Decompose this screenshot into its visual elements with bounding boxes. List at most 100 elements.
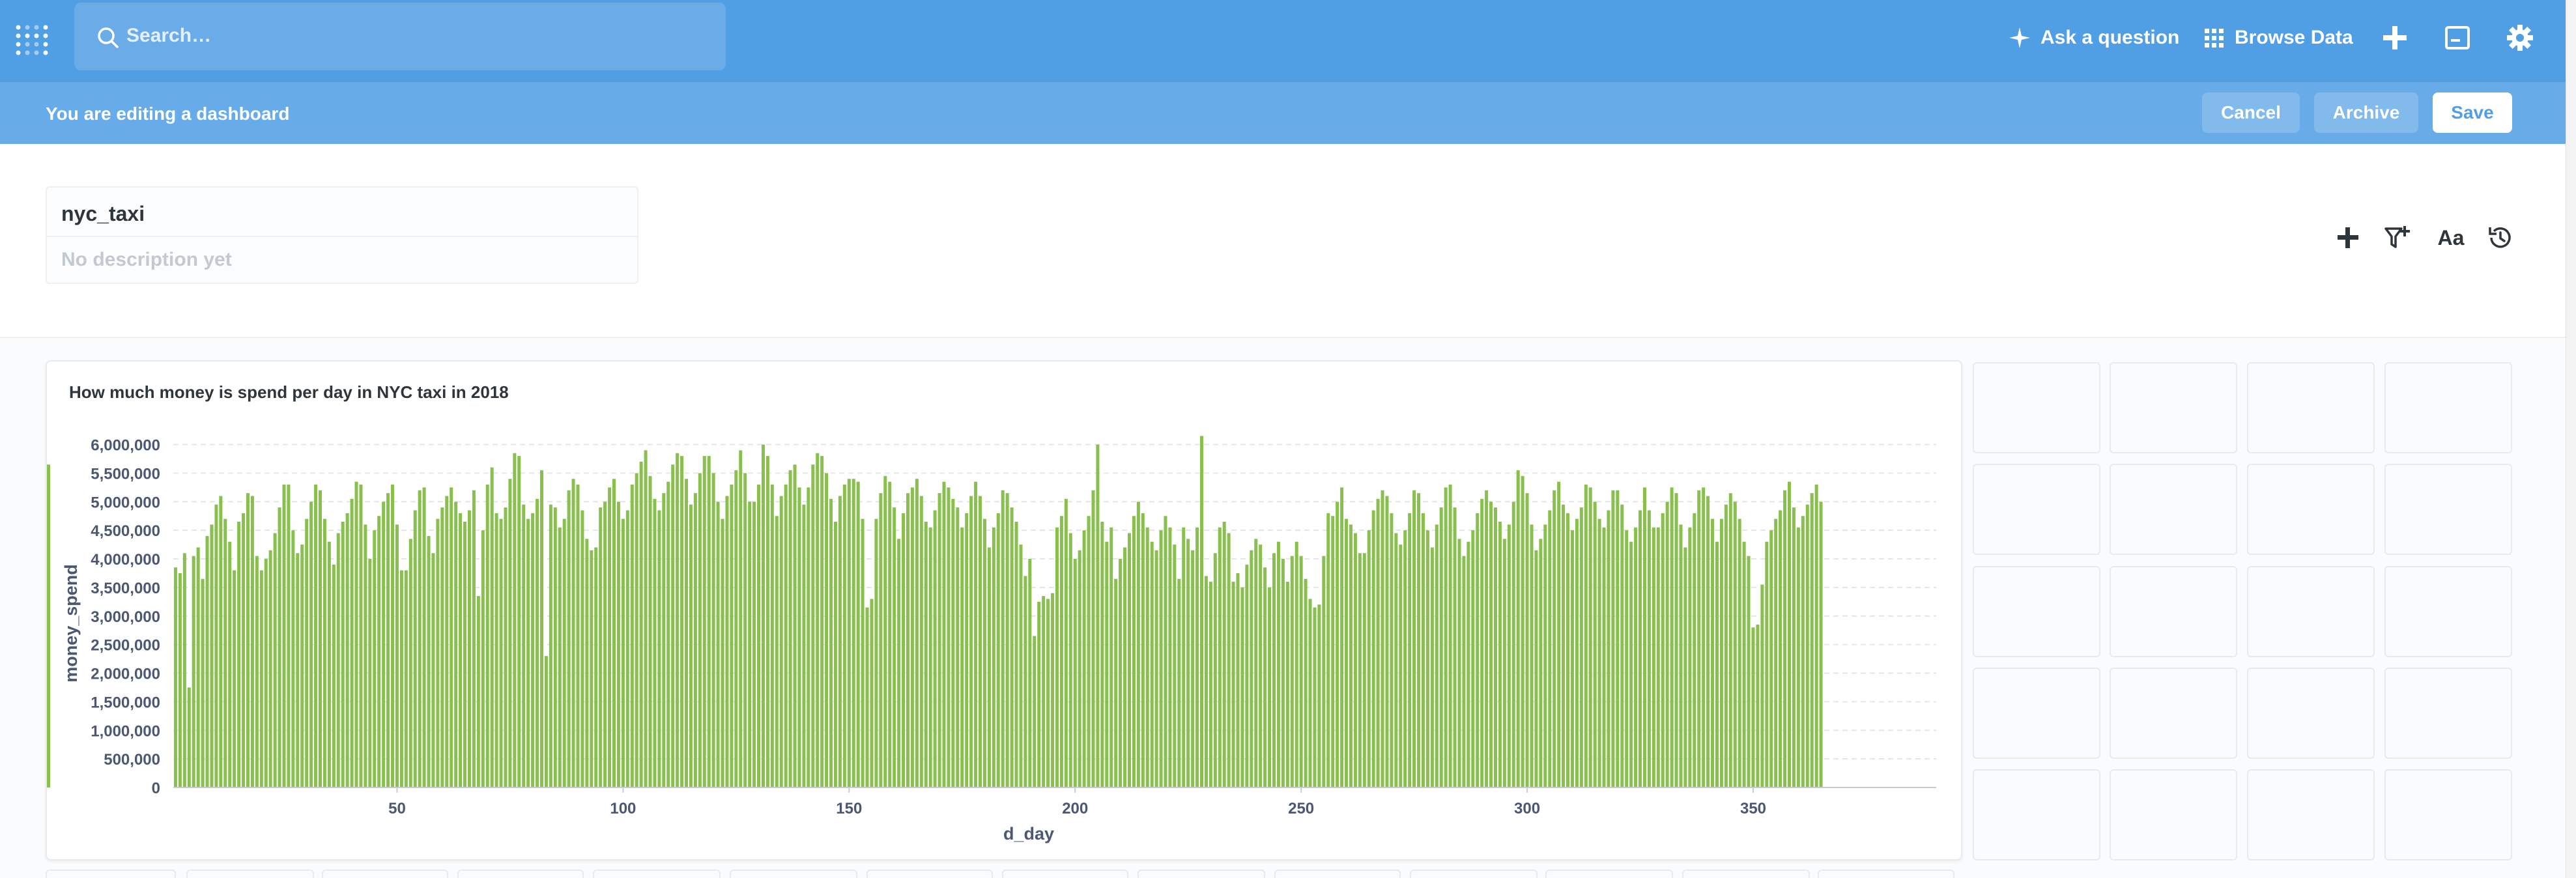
- bar[interactable]: [1747, 556, 1751, 787]
- bar[interactable]: [1679, 524, 1683, 787]
- bar[interactable]: [1028, 559, 1032, 787]
- bar[interactable]: [332, 564, 336, 787]
- bar[interactable]: [1276, 541, 1280, 787]
- bar[interactable]: [1259, 545, 1263, 787]
- bar[interactable]: [490, 467, 494, 787]
- bar[interactable]: [653, 498, 657, 787]
- bar[interactable]: [974, 481, 978, 787]
- bar[interactable]: [481, 530, 485, 787]
- bar[interactable]: [833, 522, 837, 787]
- bar[interactable]: [1299, 556, 1303, 787]
- bar[interactable]: [1123, 547, 1127, 787]
- bar[interactable]: [725, 496, 729, 787]
- bar[interactable]: [1068, 533, 1072, 787]
- bar[interactable]: [440, 507, 444, 787]
- bar[interactable]: [883, 475, 887, 787]
- bar[interactable]: [1525, 493, 1529, 787]
- bar[interactable]: [897, 539, 901, 787]
- bar[interactable]: [1579, 507, 1583, 787]
- bar[interactable]: [549, 504, 552, 787]
- bar[interactable]: [580, 510, 584, 787]
- bar[interactable]: [1719, 518, 1723, 787]
- bar[interactable]: [1227, 533, 1231, 787]
- bar[interactable]: [314, 484, 318, 787]
- bar[interactable]: [499, 518, 503, 787]
- bar[interactable]: [504, 507, 508, 787]
- bar[interactable]: [625, 510, 629, 787]
- bar[interactable]: [919, 496, 923, 787]
- bar[interactable]: [1033, 636, 1037, 787]
- bar[interactable]: [1788, 481, 1791, 787]
- bar[interactable]: [1362, 553, 1366, 787]
- bar[interactable]: [662, 493, 666, 787]
- bar[interactable]: [1783, 490, 1787, 787]
- bar[interactable]: [1588, 487, 1592, 787]
- bar[interactable]: [969, 496, 973, 787]
- bar[interactable]: [1295, 541, 1298, 787]
- bar[interactable]: [1119, 559, 1123, 787]
- bar[interactable]: [309, 502, 313, 787]
- bar[interactable]: [1566, 513, 1570, 787]
- bar[interactable]: [1674, 493, 1678, 787]
- bar[interactable]: [757, 484, 761, 787]
- bar[interactable]: [1186, 539, 1190, 787]
- bar[interactable]: [1417, 493, 1421, 787]
- bar[interactable]: [233, 570, 236, 787]
- bar[interactable]: [531, 513, 535, 787]
- bar[interactable]: [1530, 524, 1534, 787]
- bar[interactable]: [635, 473, 638, 787]
- bar[interactable]: [373, 530, 377, 787]
- bar[interactable]: [336, 533, 340, 787]
- bar[interactable]: [1733, 502, 1737, 787]
- bar[interactable]: [1697, 490, 1701, 787]
- bar[interactable]: [811, 464, 815, 787]
- bar[interactable]: [526, 518, 530, 787]
- bar[interactable]: [599, 507, 603, 787]
- bar[interactable]: [996, 513, 1000, 787]
- bar[interactable]: [228, 541, 232, 787]
- bar[interactable]: [865, 607, 869, 787]
- page-scrollbar[interactable]: [2566, 0, 2576, 878]
- bar[interactable]: [1575, 518, 1579, 787]
- bar[interactable]: [1620, 504, 1624, 787]
- bar[interactable]: [1141, 513, 1145, 787]
- bar[interactable]: [1159, 530, 1163, 787]
- bar[interactable]: [1521, 475, 1524, 787]
- gear-icon[interactable]: [2506, 23, 2534, 52]
- bar[interactable]: [1779, 510, 1782, 787]
- bar[interactable]: [404, 570, 408, 787]
- bar[interactable]: [1769, 530, 1773, 787]
- bar[interactable]: [287, 484, 291, 787]
- bar[interactable]: [680, 456, 684, 787]
- bar[interactable]: [621, 518, 625, 787]
- bar[interactable]: [861, 518, 865, 787]
- bar[interactable]: [1467, 541, 1470, 787]
- bar[interactable]: [1331, 516, 1335, 787]
- bar[interactable]: [739, 450, 743, 787]
- bar[interactable]: [436, 518, 440, 787]
- bar[interactable]: [408, 539, 412, 787]
- bar[interactable]: [1543, 524, 1547, 787]
- bar[interactable]: [1457, 539, 1461, 787]
- bar[interactable]: [1702, 487, 1706, 787]
- text-icon[interactable]: Aa: [2433, 223, 2469, 252]
- bar[interactable]: [1064, 498, 1068, 787]
- bar[interactable]: [693, 493, 697, 787]
- bar[interactable]: [1792, 507, 1796, 787]
- bar[interactable]: [1268, 587, 1272, 787]
- bar[interactable]: [1444, 487, 1448, 787]
- bar[interactable]: [937, 493, 941, 787]
- cancel-button[interactable]: Cancel: [2202, 92, 2300, 133]
- bar[interactable]: [1765, 541, 1769, 787]
- bar[interactable]: [910, 487, 914, 787]
- bar[interactable]: [711, 473, 715, 787]
- bar[interactable]: [259, 570, 263, 787]
- bar[interactable]: [1724, 504, 1728, 787]
- bar[interactable]: [947, 487, 951, 787]
- bar[interactable]: [1010, 507, 1014, 787]
- bar[interactable]: [1105, 541, 1109, 787]
- bar[interactable]: [1593, 502, 1597, 787]
- bar[interactable]: [1516, 470, 1520, 787]
- bar[interactable]: [1091, 490, 1095, 787]
- bar[interactable]: [743, 473, 747, 787]
